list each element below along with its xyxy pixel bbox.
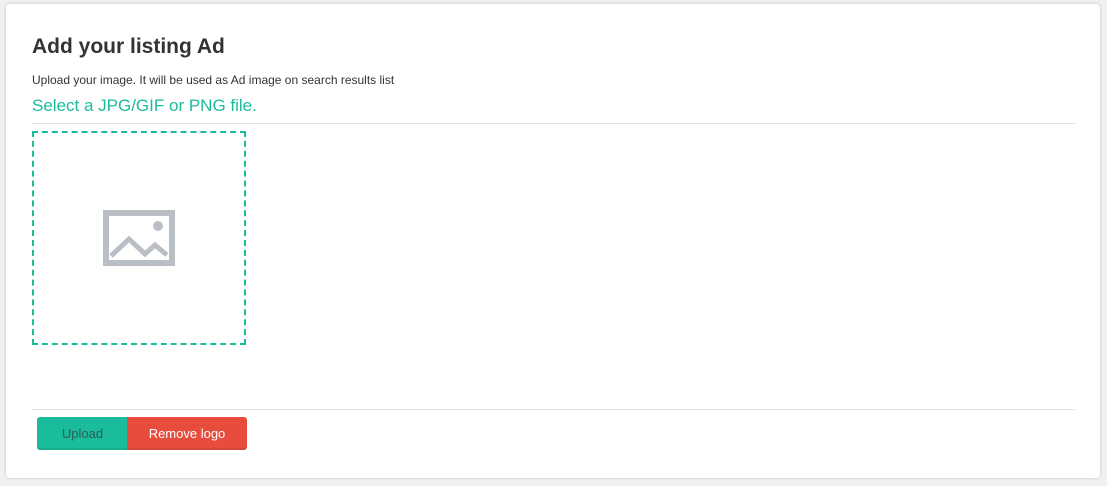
file-type-hint: Select a JPG/GIF or PNG file. xyxy=(32,96,257,115)
image-dropzone[interactable] xyxy=(32,131,246,345)
upload-ad-panel: Add your listing Ad Upload your image. I… xyxy=(6,4,1100,478)
upload-description: Upload your image. It will be used as Ad… xyxy=(32,73,395,87)
page-title: Add your listing Ad xyxy=(32,35,225,58)
image-placeholder-icon xyxy=(103,210,175,266)
top-divider xyxy=(32,123,1075,124)
bottom-divider xyxy=(32,409,1075,410)
upload-button[interactable]: Upload xyxy=(37,417,128,450)
remove-logo-button[interactable]: Remove logo xyxy=(127,417,247,450)
